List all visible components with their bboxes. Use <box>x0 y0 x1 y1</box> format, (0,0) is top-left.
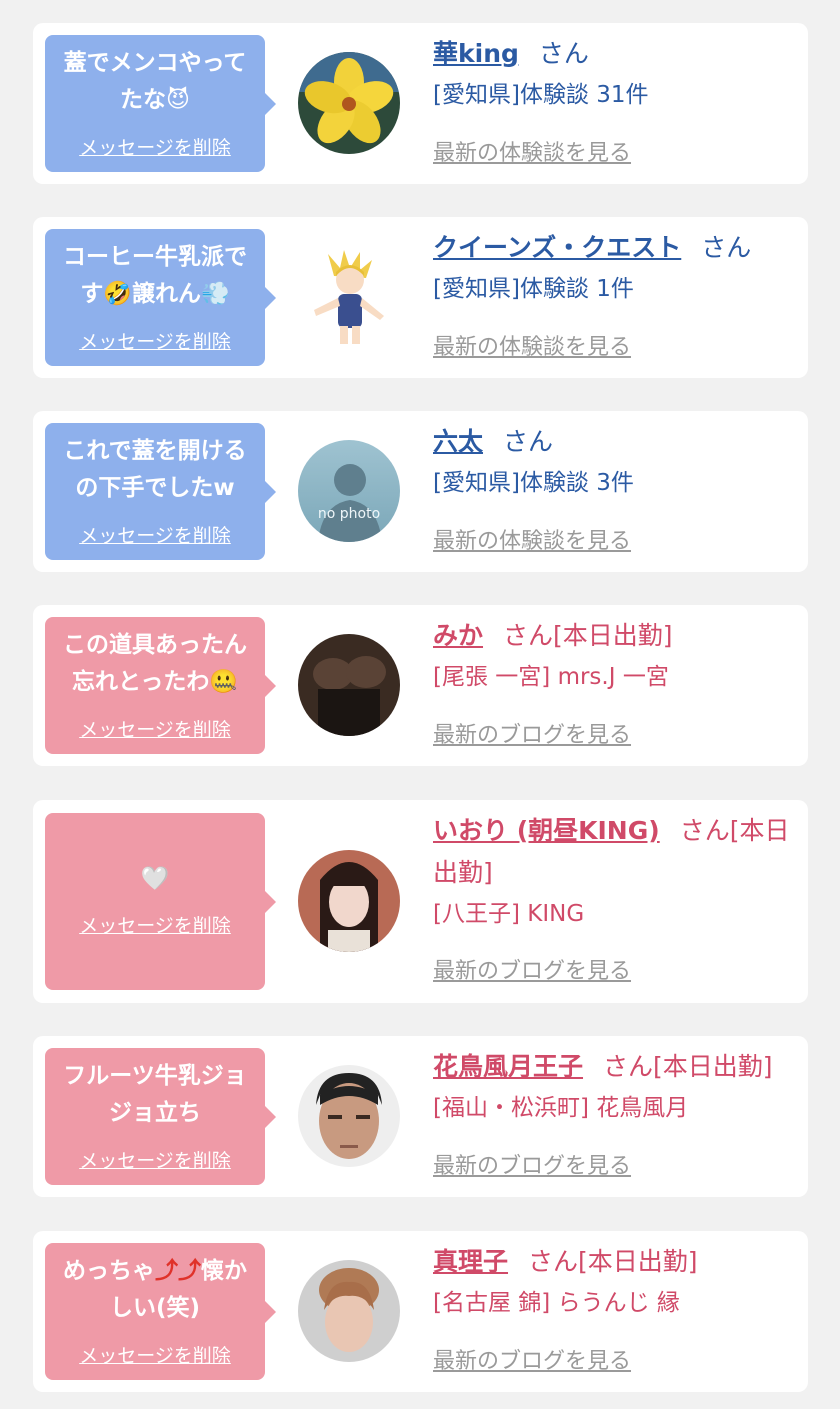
latest-link[interactable]: 最新のブログを見る <box>433 1343 631 1375</box>
avatar[interactable] <box>298 634 400 736</box>
profile-photo <box>298 634 400 736</box>
user-info: いおり (朝昼KING) さん[本日出勤] [八王子] KING 最新のブログを見… <box>433 800 798 984</box>
message-card: めっちゃ⤴⤴懐かしい(笑) メッセージを削除 真理子 さん[本日出勤] [名古屋 … <box>33 1231 808 1392</box>
honorific: さん[本日出勤] <box>503 621 673 650</box>
delete-message-link[interactable]: メッセージを削除 <box>45 521 265 548</box>
user-info: クイーンズ・クエスト さん [愛知県]体験談 1件 最新の体験談を見る <box>433 217 798 360</box>
user-name-link[interactable]: みか <box>433 621 483 650</box>
message-text: この道具あったん忘れとったわ🤐 <box>45 627 265 701</box>
message-card: フルーツ牛乳ジョジョ立ち メッセージを削除 花鳥風月王子 さん[本日出勤] [福山… <box>33 1036 808 1197</box>
avatar[interactable] <box>298 1065 400 1167</box>
honorific: さん[本日出勤] <box>603 1052 773 1081</box>
anime-character-image <box>298 246 400 348</box>
user-info: 六太 さん [愛知県]体験談 3件 最新の体験談を見る <box>433 411 798 554</box>
avatar[interactable] <box>298 52 400 154</box>
message-text: フルーツ牛乳ジョジョ立ち <box>63 1063 247 1126</box>
message-card: 蓋でメンコやってたな😈 メッセージを削除 華king さん [愛知県]体験談 31… <box>33 23 808 184</box>
user-info: 華king さん [愛知県]体験談 31件 最新の体験談を見る <box>433 23 798 166</box>
delete-message-link[interactable]: メッセージを削除 <box>45 911 265 938</box>
user-sub-info: [愛知県]体験談 31件 <box>433 82 649 108</box>
delete-message-link[interactable]: メッセージを削除 <box>45 715 265 742</box>
message-text: 蓋でメンコやってたな😈 <box>45 45 265 119</box>
avatar[interactable] <box>298 246 400 348</box>
profile-photo <box>298 1260 400 1362</box>
user-sub-info: [名古屋 錦] らうんじ 縁 <box>433 1290 680 1316</box>
message-bubble: これで蓋を開けるの下手でしたw メッセージを削除 <box>45 423 276 560</box>
message-bubble: コーヒー牛乳派です🤣譲れん💨 メッセージを削除 <box>45 229 276 366</box>
user-info: みか さん[本日出勤] [尾張 一宮] mrs.J 一宮 最新のブログを見る <box>433 605 798 748</box>
message-text: これで蓋を開けるの下手でしたw <box>63 438 247 501</box>
rofl-emoji-icon: 🤣 <box>103 281 132 307</box>
honorific: さん <box>503 427 554 456</box>
message-text: 🤍 <box>45 861 265 898</box>
message-bubble: 🤍 メッセージを削除 <box>45 813 276 990</box>
message-bubble: 蓋でメンコやってたな😈 メッセージを削除 <box>45 35 276 172</box>
avatar[interactable] <box>298 850 400 952</box>
hibiscus-photo <box>298 52 400 154</box>
message-card: これで蓋を開けるの下手でしたw メッセージを削除 no photo 六太 さん [… <box>33 411 808 572</box>
face-photo <box>298 1065 400 1167</box>
delete-message-link[interactable]: メッセージを削除 <box>45 1146 265 1173</box>
message-text: コーヒー牛乳派です🤣譲れん💨 <box>45 239 265 313</box>
message-bubble: この道具あったん忘れとったわ🤐 メッセージを削除 <box>45 617 276 754</box>
latest-link[interactable]: 最新のブログを見る <box>433 953 631 985</box>
message-card: この道具あったん忘れとったわ🤐 メッセージを削除 みか さん[本日出勤] [尾張 … <box>33 605 808 766</box>
user-name-link[interactable]: 六太 <box>433 427 483 456</box>
user-name-link[interactable]: 華king <box>433 39 519 68</box>
honorific: さん[本日出勤] <box>528 1247 698 1276</box>
no-photo-placeholder-icon <box>298 440 400 542</box>
message-text: めっちゃ⤴⤴懐かしい(笑) <box>45 1253 265 1327</box>
dash-emoji-icon: 💨 <box>201 281 230 307</box>
delete-message-link[interactable]: メッセージを削除 <box>45 133 265 160</box>
user-sub-info: [福山・松浜町] 花鳥風月 <box>433 1095 689 1121</box>
zipper-mouth-emoji-icon: 🤐 <box>209 669 238 695</box>
avatar[interactable] <box>298 1260 400 1362</box>
delete-message-link[interactable]: メッセージを削除 <box>45 327 265 354</box>
user-name-link[interactable]: いおり (朝昼KING) <box>433 816 660 845</box>
honorific: さん <box>701 233 752 262</box>
avatar[interactable]: no photo <box>298 440 400 542</box>
no-photo-label: no photo <box>317 506 381 522</box>
latest-link[interactable]: 最新の体験談を見る <box>433 329 631 361</box>
message-bubble: フルーツ牛乳ジョジョ立ち メッセージを削除 <box>45 1048 276 1185</box>
profile-photo <box>298 850 400 952</box>
white-heart-emoji-icon: 🤍 <box>140 866 170 892</box>
latest-link[interactable]: 最新のブログを見る <box>433 1148 631 1180</box>
honorific: さん <box>538 39 589 68</box>
user-sub-info: [愛知県]体験談 3件 <box>433 470 634 496</box>
message-bubble: めっちゃ⤴⤴懐かしい(笑) メッセージを削除 <box>45 1243 276 1380</box>
latest-link[interactable]: 最新の体験談を見る <box>433 135 631 167</box>
user-name-link[interactable]: クイーンズ・クエスト <box>433 233 681 262</box>
up-arrows-emoji-icon: ⤴⤴ <box>155 1258 201 1284</box>
message-card: 🤍 メッセージを削除 いおり (朝昼KING) さん[本日出勤] [八王子] KI… <box>33 800 808 1003</box>
user-sub-info: [尾張 一宮] mrs.J 一宮 <box>433 664 669 690</box>
latest-link[interactable]: 最新の体験談を見る <box>433 523 631 555</box>
devil-emoji-icon: 😈 <box>166 87 190 113</box>
user-sub-info: [八王子] KING <box>433 901 585 927</box>
delete-message-link[interactable]: メッセージを削除 <box>45 1341 265 1368</box>
latest-link[interactable]: 最新のブログを見る <box>433 717 631 749</box>
user-name-link[interactable]: 真理子 <box>433 1247 508 1276</box>
message-card: コーヒー牛乳派です🤣譲れん💨 メッセージを削除 クイーンズ・クエスト さん [愛知… <box>33 217 808 378</box>
user-info: 真理子 さん[本日出勤] [名古屋 錦] らうんじ 縁 最新のブログを見る <box>433 1231 798 1374</box>
user-info: 花鳥風月王子 さん[本日出勤] [福山・松浜町] 花鳥風月 最新のブログを見る <box>433 1036 798 1179</box>
user-name-link[interactable]: 花鳥風月王子 <box>433 1052 583 1081</box>
user-sub-info: [愛知県]体験談 1件 <box>433 276 634 302</box>
